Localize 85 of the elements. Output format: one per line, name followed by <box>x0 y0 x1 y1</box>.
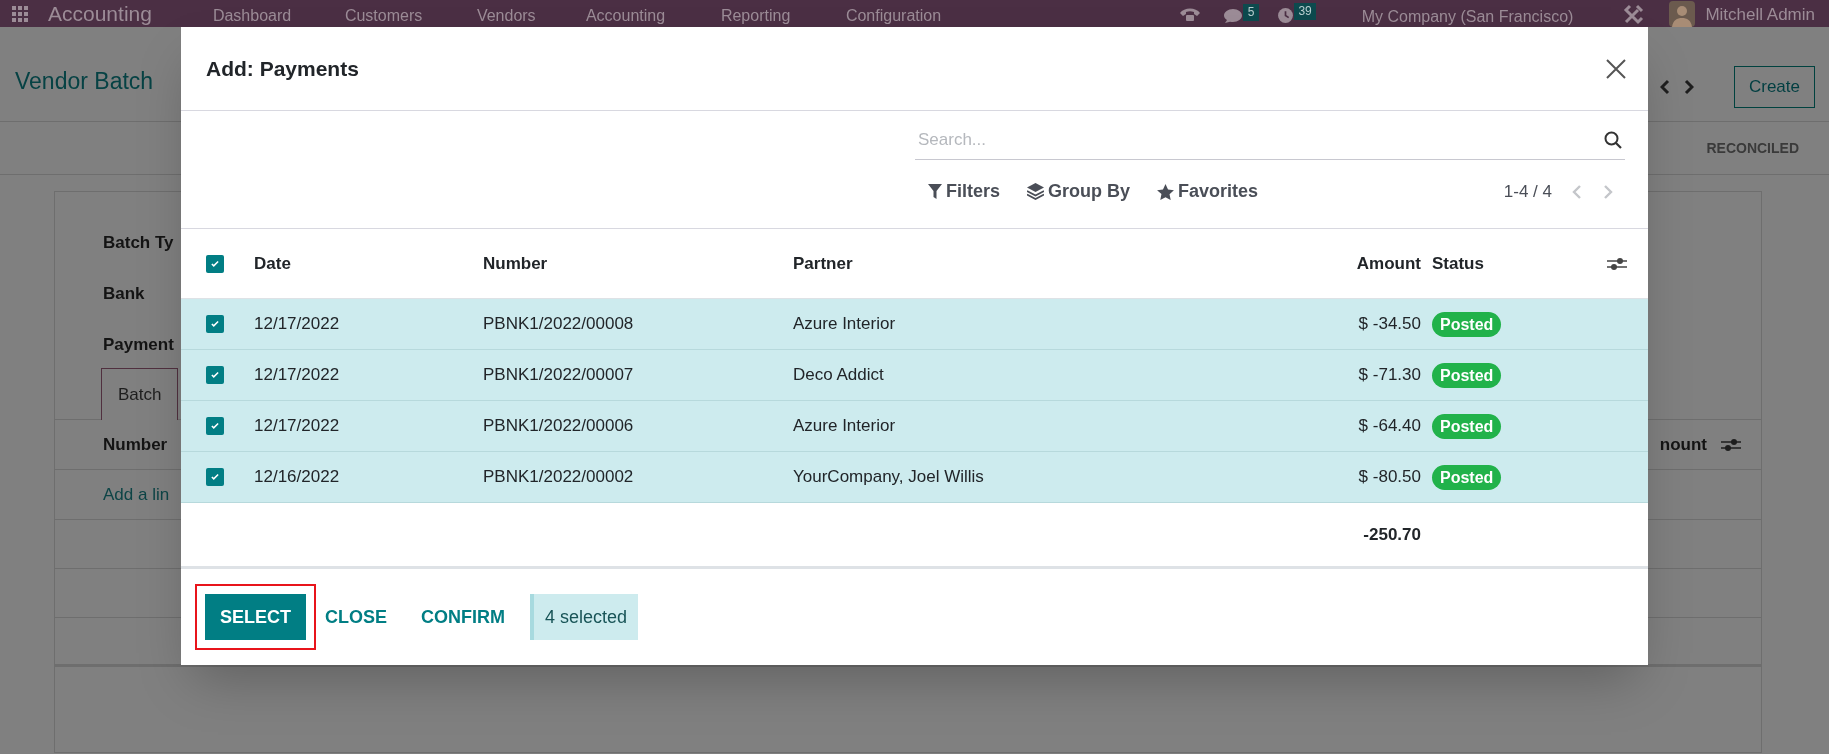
status-step[interactable]: RECONCILED <box>1706 137 1799 159</box>
column-header[interactable]: Date <box>248 250 477 277</box>
layers-icon <box>1027 183 1045 200</box>
dialog-button[interactable]: SELECT <box>205 594 306 640</box>
selection-count: 4 selected <box>530 594 639 640</box>
table-cell-text: YourCompany, Joel Willis <box>792 466 985 489</box>
menu-item[interactable]: Dashboard <box>212 4 292 28</box>
menu-item[interactable]: Reporting <box>720 4 791 28</box>
notebook-tab[interactable]: Batch <box>101 368 179 420</box>
sliders-icon[interactable] <box>1607 255 1627 272</box>
search-option-button[interactable]: Group By <box>1027 178 1131 205</box>
user-name[interactable]: Mitchell Admin <box>1705 2 1815 28</box>
checkbox[interactable] <box>206 417 224 435</box>
page-title: Vendor Batch <box>15 67 154 96</box>
table-row[interactable]: 12/16/2022 PBNK1/2022/00002 YourCompany, Joel Willis $ -80.50 Posted <box>181 452 1648 503</box>
clock-icon[interactable] <box>1277 7 1295 24</box>
table-cell-text: 12/17/2022 <box>253 313 341 336</box>
checkmark-icon <box>210 421 220 431</box>
table-cell-text: $ -34.50 <box>1357 313 1422 336</box>
table-cell-text: PBNK1/2022/00008 <box>482 313 635 336</box>
company-switcher[interactable]: My Company (San Francisco) <box>1361 4 1574 29</box>
column-header[interactable]: Number <box>477 250 787 277</box>
notification-badge: 39 <box>1294 3 1316 20</box>
field-label: Payment <box>103 335 174 354</box>
total-amount: -250.70 <box>1362 523 1422 546</box>
checkbox[interactable] <box>206 254 224 273</box>
table-cell-text: Azure Interior <box>792 415 897 438</box>
add-line-link[interactable]: Add a lin <box>103 481 170 508</box>
chat-icon[interactable] <box>1222 7 1243 24</box>
app-name[interactable]: Accounting <box>48 0 152 27</box>
table-row[interactable]: 12/17/2022 PBNK1/2022/00007 Deco Addict $ -71.30 Posted <box>181 350 1648 401</box>
star-icon <box>1157 183 1175 200</box>
dialog-button[interactable]: CLOSE <box>310 594 403 640</box>
table-cell-text: PBNK1/2022/00006 <box>482 415 635 438</box>
search-option-button[interactable]: Filters <box>928 178 1001 205</box>
apps-grid-icon[interactable] <box>12 5 28 22</box>
chevron-left-icon[interactable] <box>1659 79 1670 95</box>
table-cell-text: $ -64.40 <box>1357 415 1422 438</box>
menu-item[interactable]: Customers <box>344 4 423 28</box>
checkmark-icon <box>210 258 220 269</box>
tools-icon[interactable] <box>1623 2 1646 25</box>
table-cell-text: Azure Interior <box>792 313 897 336</box>
checkbox[interactable] <box>206 366 224 384</box>
create-button[interactable]: Create <box>1733 66 1815 108</box>
table-cell-text: 12/17/2022 <box>253 364 341 387</box>
table-cell-text: $ -71.30 <box>1357 364 1422 387</box>
status-badge: Posted <box>1432 413 1502 439</box>
column-header[interactable]: Amount <box>1300 250 1426 277</box>
table-cell-text: PBNK1/2022/00002 <box>482 466 635 489</box>
chevron-right-icon[interactable] <box>1683 79 1694 95</box>
search-icon[interactable] <box>1604 131 1622 149</box>
table-cell-text: $ -80.50 <box>1357 466 1422 489</box>
checkmark-icon <box>210 472 220 482</box>
status-badge: Posted <box>1432 311 1502 337</box>
table-row[interactable]: 12/17/2022 PBNK1/2022/00008 Azure Interior $ -34.50 Posted <box>181 299 1648 350</box>
close-icon[interactable] <box>1606 58 1626 79</box>
search-field[interactable]: Search... <box>915 120 1625 160</box>
column-header[interactable]: Partner <box>787 250 1300 277</box>
notification-badge: 5 <box>1242 3 1260 21</box>
checkmark-icon <box>210 370 220 380</box>
field-label: Batch Ty <box>103 233 174 252</box>
dialog-title: Add: Payments <box>206 55 359 82</box>
field-label: Bank <box>103 284 145 303</box>
dialog-button[interactable]: CONFIRM <box>406 594 521 640</box>
column-header: Number <box>103 433 168 456</box>
menu-item[interactable]: Vendors <box>476 4 536 28</box>
column-header[interactable]: Status <box>1426 250 1600 277</box>
checkmark-icon <box>210 319 220 329</box>
status-badge: Posted <box>1432 362 1502 388</box>
checkbox[interactable] <box>206 315 224 333</box>
avatar-icon[interactable] <box>1669 0 1696 27</box>
status-badge: Posted <box>1432 464 1502 490</box>
table-cell-text: 12/16/2022 <box>253 466 341 489</box>
table-cell-text: 12/17/2022 <box>253 415 341 438</box>
search-option-button[interactable]: Favorites <box>1157 178 1259 205</box>
table-cell-text: PBNK1/2022/00007 <box>482 364 635 387</box>
menu-item[interactable]: Configuration <box>845 4 942 28</box>
menu-item[interactable]: Accounting <box>585 4 666 28</box>
checkbox[interactable] <box>206 468 224 486</box>
pager-value: 1-4 / 4 <box>1503 180 1552 203</box>
filter-icon <box>928 184 942 199</box>
table-row[interactable]: 12/17/2022 PBNK1/2022/00006 Azure Interior $ -64.40 Posted <box>181 401 1648 452</box>
table-cell-text: Deco Addict <box>792 364 885 387</box>
column-header: nount <box>1659 433 1707 456</box>
sliders-icon[interactable] <box>1721 436 1741 453</box>
